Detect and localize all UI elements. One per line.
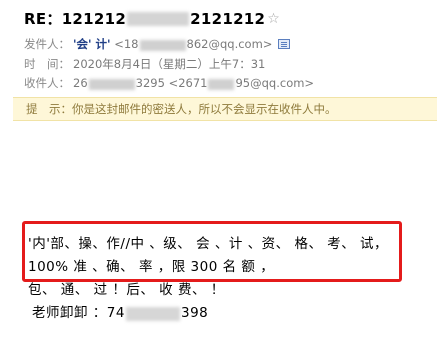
redacted-subject-segment [127,12,190,26]
body-line-2: 100% 准 、确、 率 ，限 300 名 额 ， [28,259,275,275]
redacted-sender-address [139,40,186,51]
contact-card-icon[interactable] [278,39,291,49]
recipient-address-suffix: 95@qq.com> [235,76,315,90]
recipient-name-prefix: 26 [73,76,88,90]
redacted-recipient-name [88,79,135,90]
time-label: 时 间： [24,57,70,71]
to-row: 收件人： 26 3295 <2671 95@qq.com> [24,75,314,91]
from-label: 发件人： [24,37,70,51]
sender-address-suffix: 862@qq.com> [186,37,273,51]
email-header: RE：121212 2121212 ☆ 发件人： '会' 计' <18 862@qq.c… [0,0,437,97]
contact-prefix: 老师卸卸 ：74 [32,305,125,321]
bcc-notice: 提 示：你是这封邮件的密送人，所以不会显示在收件人中。 [13,97,437,121]
sent-time: 2020年8月4日（星期二）上午7：31 [73,57,266,71]
time-row: 时 间： 2020年8月4日（星期二）上午7：31 [24,56,265,72]
contact-suffix: 398 [180,305,209,321]
to-label: 收件人： [24,76,70,90]
subject-suffix: 2121212 [190,10,266,28]
sender-address-prefix: <18 [114,37,139,51]
redacted-contact-number [125,307,180,321]
redacted-recipient-address [208,79,235,90]
subject-prefix: RE：121212 [24,10,127,28]
contact-line: 老师卸卸 ：74 398 [32,303,208,323]
star-icon[interactable]: ☆ [267,9,280,29]
email-subject: RE：121212 2121212 ☆ [24,9,280,31]
body-line-3: 包、 通、 过 ！后、 收 费、 ！ [28,282,225,298]
body-line-1: '内'部、操、作//中 、级、 会 、计 、资、 格、 考、 试， [28,236,389,252]
from-row: 发件人： '会' 计' <18 862@qq.com> [24,36,291,52]
recipient-name-suffix: 3295 [135,76,165,90]
sender-name[interactable]: '会' 计' [73,37,111,51]
recipient-address-prefix: <2671 [168,76,208,90]
